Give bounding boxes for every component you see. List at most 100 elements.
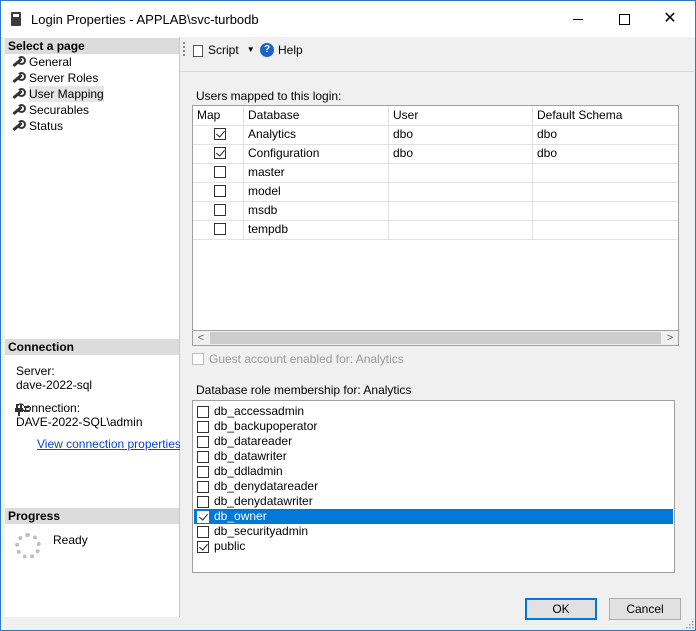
schema-cell[interactable]: dbo (533, 125, 678, 144)
help-label: Help (278, 43, 303, 57)
script-label: Script (208, 43, 239, 57)
wrench-icon (11, 56, 26, 68)
guest-checkbox (192, 353, 204, 365)
connection-header: Connection (5, 339, 179, 355)
role-checkbox[interactable] (197, 435, 209, 448)
column-header-default-schema[interactable]: Default Schema (533, 106, 678, 125)
table-row[interactable]: master (193, 163, 678, 183)
cancel-button[interactable]: Cancel (609, 598, 681, 620)
resize-grip-icon[interactable] (684, 619, 694, 629)
role-checkbox[interactable] (197, 405, 209, 418)
list-item[interactable]: db_securityadmin (194, 524, 673, 539)
role-membership-list[interactable]: db_accessadmin db_backupoperator db_data… (192, 400, 675, 573)
map-cell (193, 144, 244, 163)
role-checkbox[interactable] (197, 420, 209, 433)
list-item[interactable]: db_backupoperator (194, 419, 673, 434)
table-row[interactable]: tempdb (193, 220, 678, 240)
list-item[interactable]: public (194, 539, 673, 554)
list-item[interactable]: db_accessadmin (194, 404, 673, 419)
role-checkbox[interactable] (197, 525, 209, 538)
column-header-map[interactable]: Map (193, 106, 244, 125)
close-button[interactable]: ✕ (647, 1, 693, 37)
user-cell[interactable] (389, 182, 533, 201)
close-icon: ✕ (663, 10, 677, 27)
map-checkbox[interactable] (214, 204, 226, 216)
map-checkbox[interactable] (214, 166, 226, 178)
schema-cell[interactable] (533, 182, 678, 201)
user-cell[interactable]: dbo (389, 144, 533, 163)
map-cell (193, 125, 244, 144)
title-bar: Login Properties - APPLAB\svc-turbodb ✕ (1, 1, 695, 37)
maximize-icon (618, 13, 630, 25)
role-name: db_denydatareader (214, 479, 319, 493)
role-name: public (214, 539, 246, 553)
role-name: db_backupoperator (214, 419, 318, 433)
list-item[interactable]: db_ddladmin (194, 464, 673, 479)
sidebar-item-server-roles[interactable]: Server Roles (11, 70, 98, 86)
scroll-right-icon[interactable]: > (662, 331, 678, 345)
user-cell[interactable]: dbo (389, 125, 533, 144)
role-checkbox[interactable] (197, 540, 209, 553)
schema-cell[interactable] (533, 220, 678, 239)
wrench-icon (11, 120, 26, 132)
progress-status: Ready (53, 533, 88, 547)
wrench-icon (11, 88, 26, 100)
list-item[interactable]: db_datawriter (194, 449, 673, 464)
help-button[interactable]: ? Help (260, 41, 303, 59)
column-header-database[interactable]: Database (244, 106, 389, 125)
role-name: db_denydatawriter (214, 494, 313, 508)
column-header-user[interactable]: User (389, 106, 533, 125)
sidebar-item-general[interactable]: General (11, 54, 72, 70)
map-checkbox[interactable] (214, 185, 226, 197)
sidebar-item-status[interactable]: Status (11, 118, 63, 134)
role-checkbox[interactable] (197, 450, 209, 463)
map-cell (193, 220, 244, 239)
user-cell[interactable] (389, 163, 533, 182)
role-checkbox[interactable] (197, 510, 209, 523)
sidebar-item-label: Status (29, 119, 64, 133)
scrollbar-thumb[interactable] (210, 332, 661, 344)
script-button[interactable]: Script ▼ (192, 41, 255, 59)
list-item[interactable]: db_denydatawriter (194, 494, 673, 509)
user-mapping-grid[interactable]: Map Database User Default Schema Analyti… (192, 105, 679, 346)
schema-cell[interactable] (533, 163, 678, 182)
chevron-down-icon[interactable]: ▼ (247, 41, 255, 59)
schema-cell[interactable] (533, 201, 678, 220)
grid-header-row: Map Database User Default Schema (193, 106, 678, 126)
horizontal-scrollbar[interactable]: < > (192, 330, 679, 346)
map-checkbox[interactable] (214, 128, 226, 140)
role-name: db_datareader (214, 434, 293, 448)
role-checkbox[interactable] (197, 495, 209, 508)
role-checkbox[interactable] (197, 480, 209, 493)
ok-button[interactable]: OK (525, 598, 597, 620)
user-cell[interactable] (389, 201, 533, 220)
map-cell (193, 201, 244, 220)
list-item[interactable]: db_denydatareader (194, 479, 673, 494)
view-connection-properties-link[interactable]: View connection properties (37, 437, 181, 451)
toolbar: Script ▼ ? Help (180, 37, 694, 72)
sidebar-item-securables[interactable]: Securables (11, 102, 89, 118)
table-row[interactable]: model (193, 182, 678, 202)
progress-header: Progress (5, 508, 179, 524)
maximize-button[interactable] (601, 1, 647, 37)
list-item[interactable]: db_datareader (194, 434, 673, 449)
left-pane: Select a page General Server Roles User … (5, 37, 181, 617)
scroll-left-icon[interactable]: < (193, 331, 209, 345)
table-row[interactable]: Configuration dbo dbo (193, 144, 678, 164)
sidebar-item-user-mapping[interactable]: User Mapping (11, 86, 104, 102)
schema-cell[interactable]: dbo (533, 144, 678, 163)
role-name: db_accessadmin (214, 404, 305, 418)
wrench-icon (11, 104, 26, 116)
map-cell (193, 182, 244, 201)
table-row[interactable]: Analytics dbo dbo (193, 125, 678, 145)
map-cell (193, 163, 244, 182)
database-cell: model (244, 182, 389, 201)
minimize-button[interactable] (555, 1, 601, 37)
role-checkbox[interactable] (197, 465, 209, 478)
map-checkbox[interactable] (214, 147, 226, 159)
list-item-selected[interactable]: db_owner (194, 509, 673, 524)
user-cell[interactable] (389, 220, 533, 239)
database-cell: Analytics (244, 125, 389, 144)
map-checkbox[interactable] (214, 223, 226, 235)
table-row[interactable]: msdb (193, 201, 678, 221)
